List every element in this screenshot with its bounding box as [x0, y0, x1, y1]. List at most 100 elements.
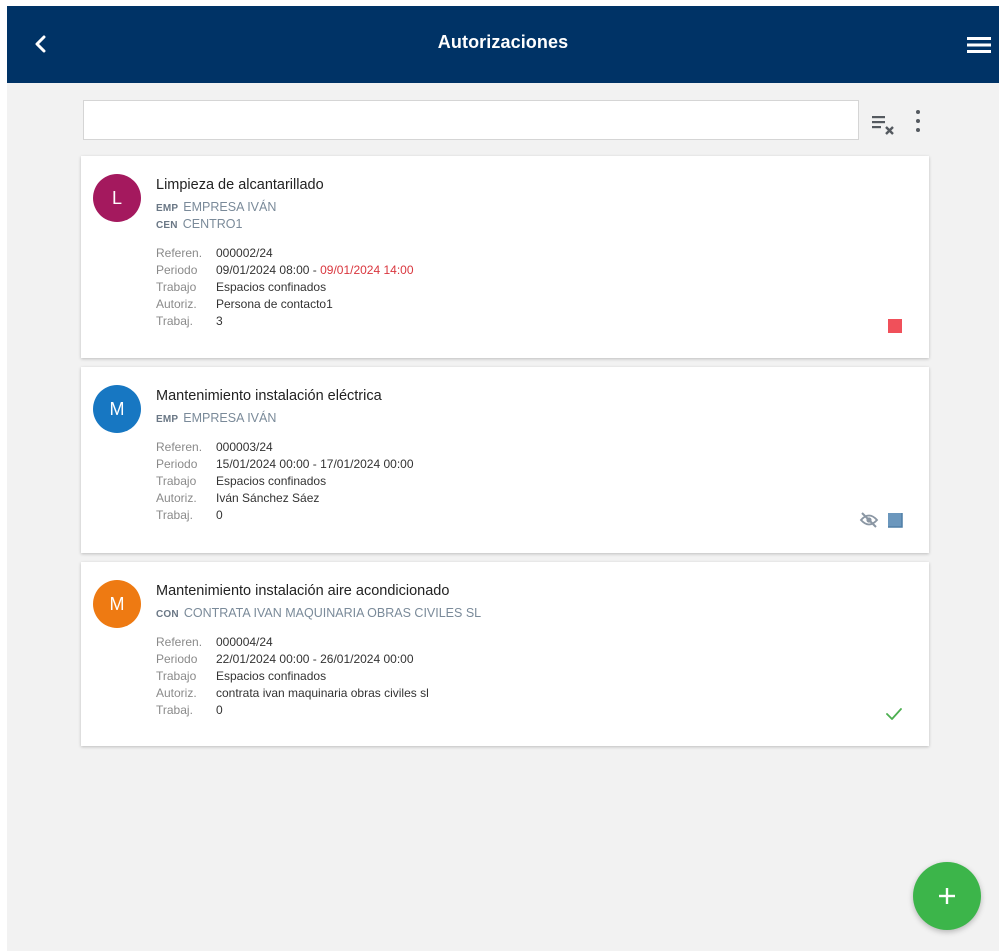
- detail-label: Trabaj.: [156, 703, 193, 717]
- status-indicator: [885, 707, 903, 726]
- detail-value: 22/01/2024 00:00 - 26/01/2024 00:00: [216, 651, 414, 668]
- detail-row-periodo: Periodo 15/01/2024 00:00 - 17/01/2024 00…: [156, 456, 414, 473]
- detail-row-trabajo: Trabajo Espacios confinados: [156, 473, 414, 490]
- detail-row-trabajo: Trabajo Espacios confinados: [156, 668, 429, 685]
- detail-label: Referen.: [156, 440, 203, 454]
- card-details: Referen. 000004/24 Periodo 22/01/2024 00…: [156, 634, 429, 719]
- period-separator: -: [309, 652, 321, 666]
- app-window: Autorizaciones L Limpieza de alcantarill…: [7, 6, 999, 951]
- org-code: EMP: [156, 203, 179, 214]
- period-end: 17/01/2024 00:00: [320, 457, 414, 471]
- card-details: Referen. 000003/24 Periodo 15/01/2024 00…: [156, 439, 414, 524]
- company-line: EMP EMPRESA IVÁN: [156, 200, 276, 214]
- period-separator: -: [309, 263, 321, 277]
- detail-value: 15/01/2024 00:00 - 17/01/2024 00:00: [216, 456, 414, 473]
- org-code: CON: [156, 609, 179, 620]
- plus-icon: [939, 888, 955, 904]
- detail-label: Autoriz.: [156, 297, 197, 311]
- detail-label: Autoriz.: [156, 686, 197, 700]
- period-start: 09/01/2024 08:00: [216, 263, 310, 277]
- detail-value: 0: [216, 508, 223, 522]
- detail-value: Iván Sánchez Sáez: [216, 491, 320, 505]
- org-name: EMPRESA IVÁN: [183, 200, 277, 214]
- detail-value: Espacios confinados: [216, 474, 327, 488]
- hamburger-menu-icon: [967, 37, 991, 53]
- period-start: 22/01/2024 00:00: [216, 652, 310, 666]
- more-vert-icon: [916, 110, 920, 114]
- org-name: EMPRESA IVÁN: [183, 411, 277, 425]
- avatar: M: [93, 385, 141, 433]
- menu-button[interactable]: [959, 30, 999, 60]
- check-icon: [886, 708, 902, 720]
- period-end: 09/01/2024 14:00: [320, 263, 414, 277]
- period-separator: -: [309, 457, 321, 471]
- more-vert-dot: [916, 119, 920, 123]
- detail-row-trabajadores: Trabaj. 3: [156, 313, 414, 330]
- detail-label: Trabajo: [156, 474, 197, 488]
- status-indicator: [887, 318, 903, 339]
- detail-value: contrata ivan maquinaria obras civiles s…: [216, 686, 429, 700]
- detail-value: Espacios confinados: [216, 280, 327, 294]
- detail-row-autoriz: Autoriz. Persona de contacto1: [156, 296, 414, 313]
- detail-label: Autoriz.: [156, 491, 197, 505]
- search-bar: [83, 100, 943, 142]
- detail-value: Espacios confinados: [216, 669, 327, 683]
- detail-row-referencia: Referen. 000003/24: [156, 439, 414, 456]
- detail-value: 000004/24: [216, 635, 273, 649]
- detail-row-autoriz: Autoriz. Iván Sánchez Sáez: [156, 490, 414, 507]
- detail-label: Referen.: [156, 635, 203, 649]
- org-code: EMP: [156, 414, 179, 425]
- company-line: EMP EMPRESA IVÁN: [156, 411, 276, 425]
- authorization-card[interactable]: M Mantenimiento instalación aire acondic…: [81, 562, 929, 746]
- blue-square-icon: [888, 513, 903, 528]
- filter-clear-icon: [872, 116, 894, 135]
- contractor-line: CON CONTRATA IVAN MAQUINARIA OBRAS CIVILE…: [156, 606, 481, 620]
- detail-row-trabajadores: Trabaj. 0: [156, 507, 414, 524]
- detail-label: Periodo: [156, 652, 198, 666]
- avatar: M: [93, 580, 141, 628]
- detail-value: 3: [216, 314, 223, 328]
- center-line: CEN CENTRO1: [156, 217, 242, 231]
- card-title: Mantenimiento instalación aire acondicio…: [156, 583, 450, 599]
- avatar: L: [93, 174, 141, 222]
- detail-label: Trabaj.: [156, 508, 193, 522]
- detail-row-referencia: Referen. 000002/24: [156, 245, 414, 262]
- add-authorization-button[interactable]: [913, 862, 981, 930]
- detail-row-trabajadores: Trabaj. 0: [156, 702, 429, 719]
- org-code: CEN: [156, 220, 178, 231]
- detail-value: Persona de contacto1: [216, 297, 333, 311]
- detail-label: Trabajo: [156, 669, 197, 683]
- detail-row-periodo: Periodo 09/01/2024 08:00 - 09/01/2024 14…: [156, 262, 414, 279]
- red-square-icon: [888, 319, 902, 333]
- clear-filter-button[interactable]: [871, 112, 897, 136]
- detail-row-referencia: Referen. 000004/24: [156, 634, 429, 651]
- eye-off-icon: [859, 512, 879, 528]
- detail-value: 0: [216, 703, 223, 717]
- more-vert-dot: [916, 128, 920, 132]
- page-title: Autorizaciones: [437, 32, 569, 52]
- detail-label: Periodo: [156, 457, 198, 471]
- period-start: 15/01/2024 00:00: [216, 457, 310, 471]
- detail-label: Periodo: [156, 263, 198, 277]
- card-title: Mantenimiento instalación eléctrica: [156, 388, 382, 404]
- authorization-card[interactable]: L Limpieza de alcantarillado EMP EMPRESA …: [81, 156, 929, 358]
- card-title: Limpieza de alcantarillado: [156, 177, 324, 193]
- card-details: Referen. 000002/24 Periodo 09/01/2024 08…: [156, 245, 414, 330]
- detail-value: 000003/24: [216, 440, 273, 454]
- status-indicator: [859, 512, 903, 528]
- detail-row-autoriz: Autoriz. contrata ivan maquinaria obras …: [156, 685, 429, 702]
- detail-row-trabajo: Trabajo Espacios confinados: [156, 279, 414, 296]
- org-name: CONTRATA IVAN MAQUINARIA OBRAS CIVILES S…: [183, 606, 482, 620]
- detail-label: Referen.: [156, 246, 203, 260]
- detail-row-periodo: Periodo 22/01/2024 00:00 - 26/01/2024 00…: [156, 651, 429, 668]
- more-options-button[interactable]: [911, 108, 925, 134]
- org-name: CENTRO1: [182, 217, 243, 231]
- detail-label: Trabajo: [156, 280, 197, 294]
- top-app-bar: Autorizaciones: [7, 6, 999, 83]
- detail-label: Trabaj.: [156, 314, 193, 328]
- authorization-card[interactable]: M Mantenimiento instalación eléctrica EM…: [81, 367, 929, 553]
- period-end: 26/01/2024 00:00: [320, 652, 414, 666]
- search-input[interactable]: [83, 100, 859, 140]
- detail-value: 09/01/2024 08:00 - 09/01/2024 14:00: [216, 262, 414, 279]
- detail-value: 000002/24: [216, 246, 273, 260]
